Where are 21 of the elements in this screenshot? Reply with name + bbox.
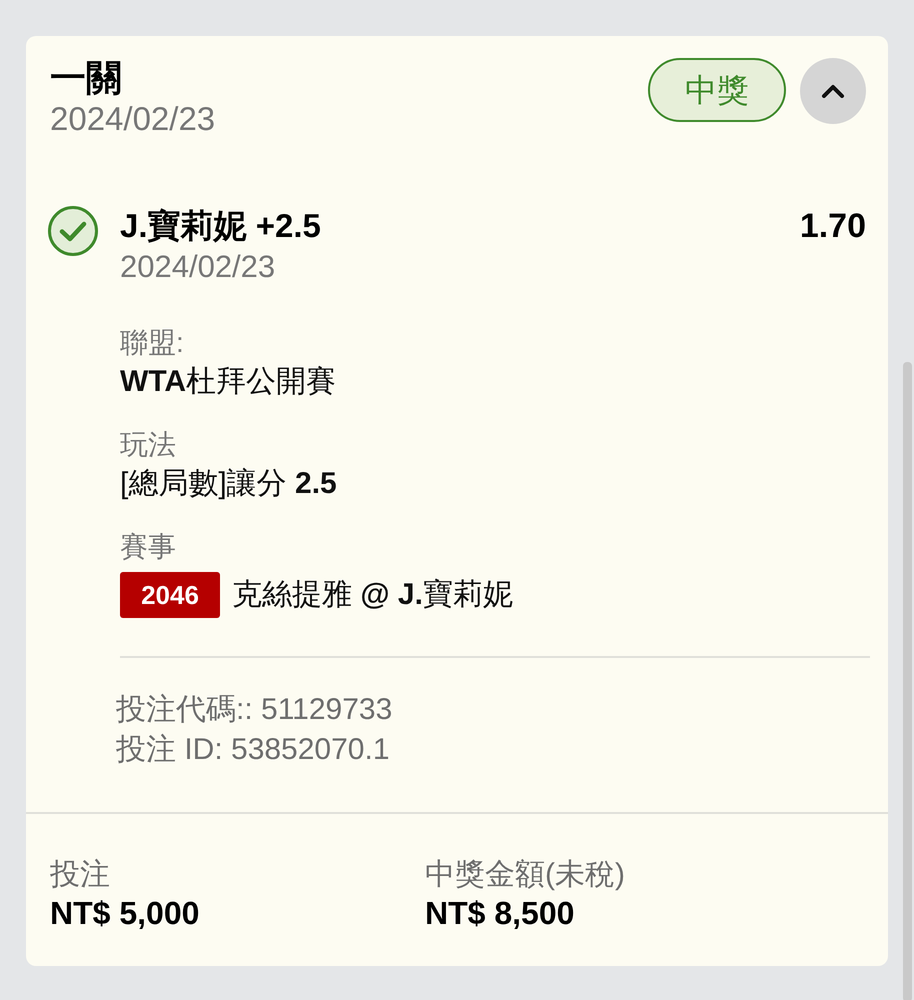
- detail-label: 賽事: [120, 530, 177, 564]
- bet-info-text: 投注 ID: 53852070.1: [116, 732, 391, 768]
- bet-info-text: 投注代碼:: 51129733: [116, 692, 394, 728]
- detail-value: [總局數]讓分 2.5: [120, 466, 338, 502]
- detail-label: 聯盟:: [120, 326, 185, 360]
- detail-label: 玩法: [120, 428, 177, 462]
- summary-label: 中獎金額(未稅): [425, 857, 625, 893]
- selection-name: J.寶莉妮 +2.5: [120, 206, 321, 246]
- odds-value: 1.70: [800, 206, 866, 247]
- detail-value: 克絲提雅 @ J.寶莉妮: [232, 577, 513, 613]
- bet-title: 一關: [50, 56, 123, 100]
- event-code-badge: 2046: [120, 572, 220, 618]
- selection-date: 2024/02/23: [120, 248, 276, 286]
- caret-up-icon: [821, 84, 845, 98]
- scrollbar[interactable]: [903, 362, 912, 1000]
- status-badge: 中獎: [648, 58, 786, 122]
- summary-amount: NT$ 5,000: [50, 894, 200, 932]
- detail-value: WTA杜拜公開賽: [120, 364, 338, 400]
- bet-date: 2024/02/23: [50, 100, 216, 138]
- summary-amount: NT$ 8,500: [425, 894, 576, 932]
- summary-label: 投注: [50, 857, 111, 893]
